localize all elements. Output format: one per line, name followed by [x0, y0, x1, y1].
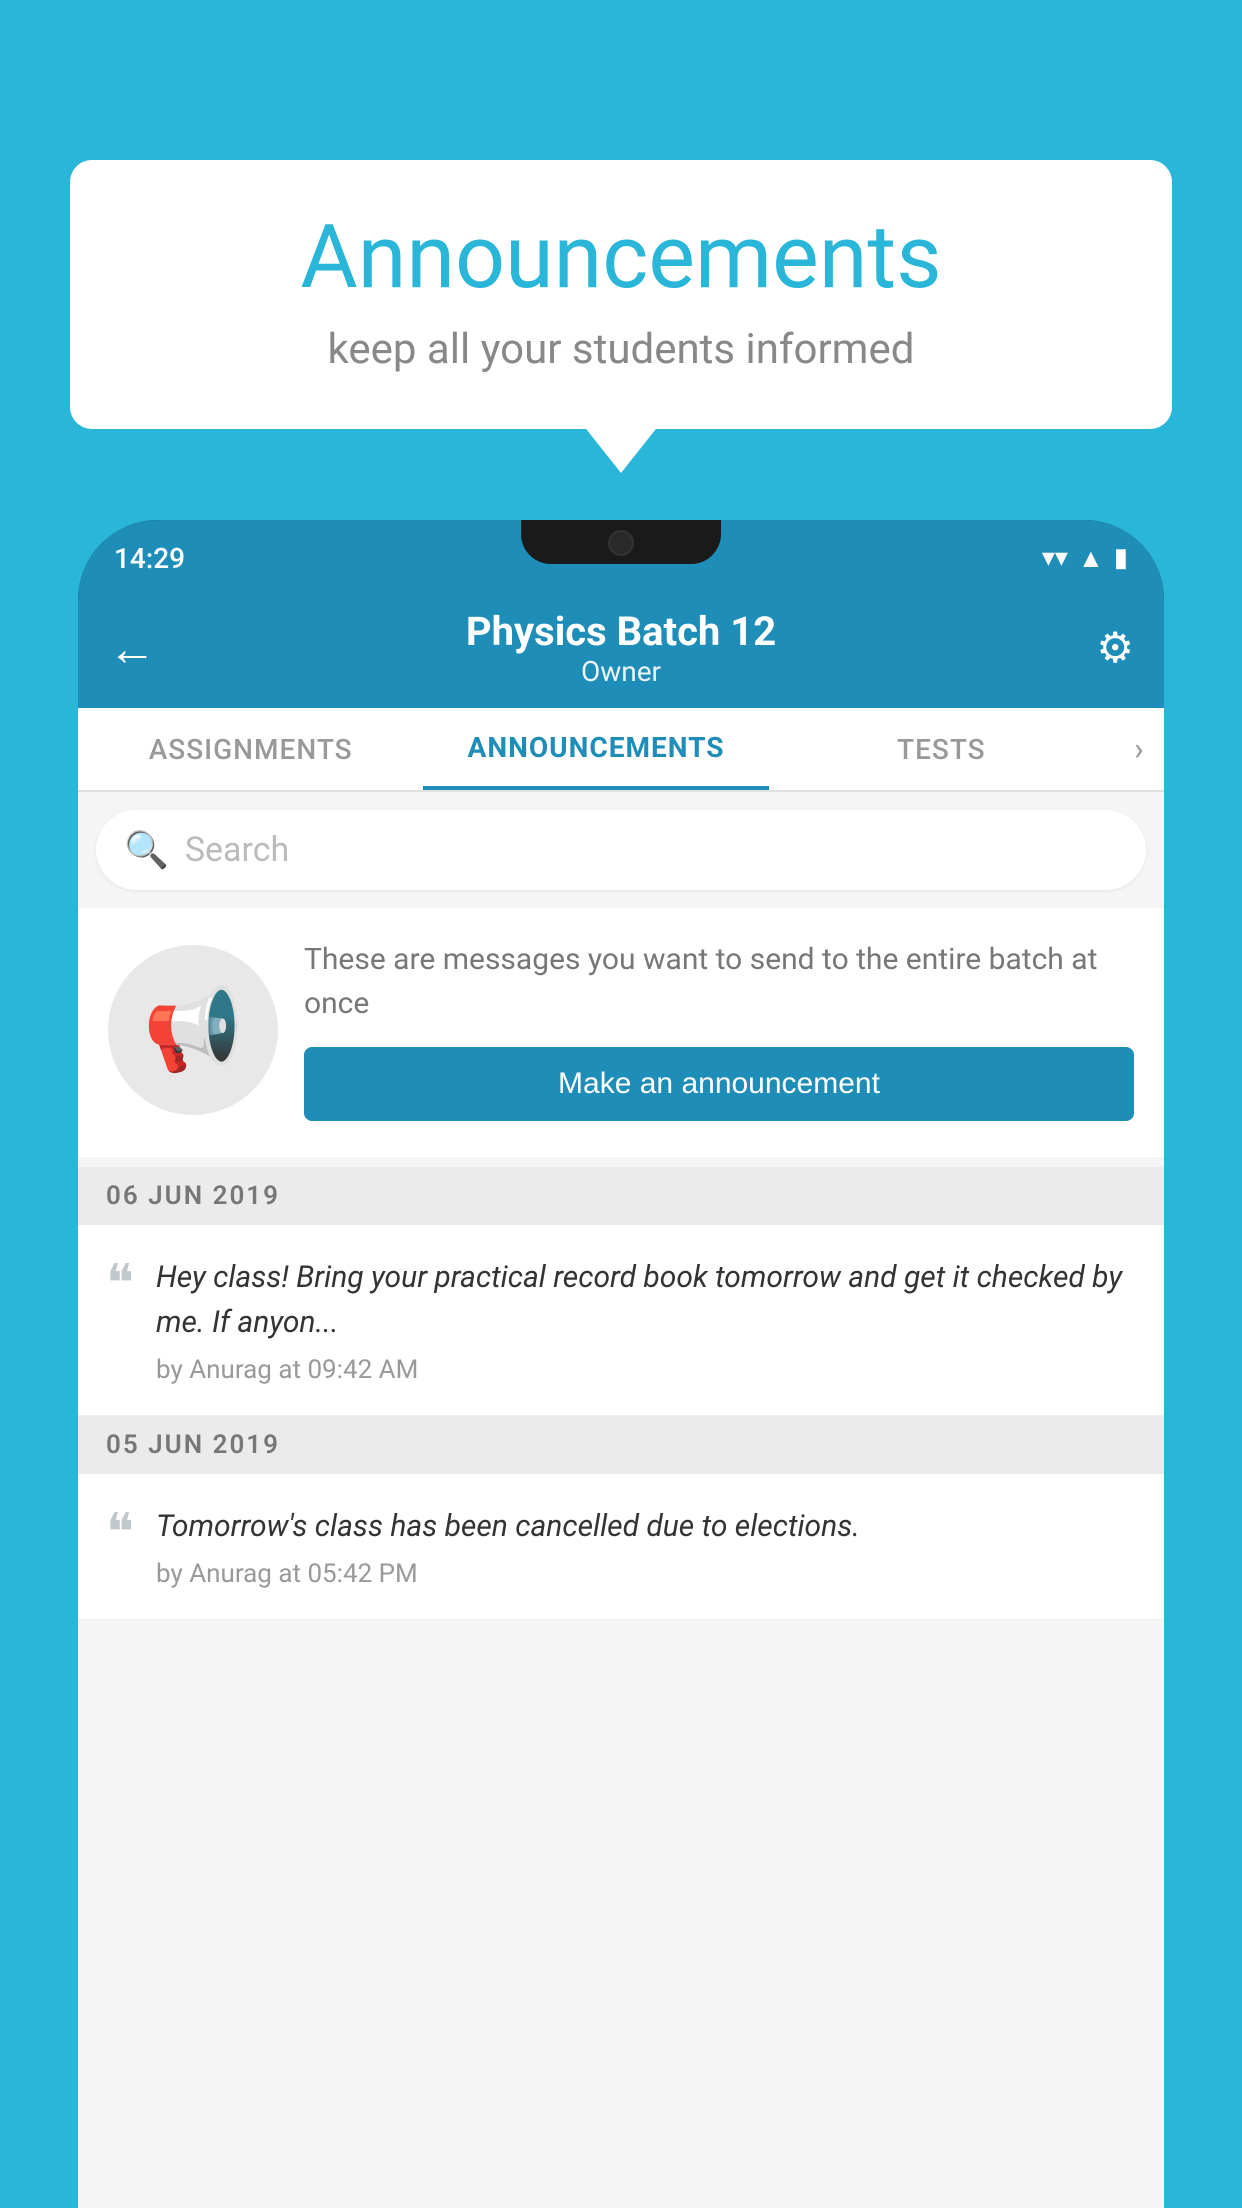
app-bar-subtitle: Owner [168, 655, 1074, 688]
tab-assignments[interactable]: ASSIGNMENTS [78, 708, 423, 790]
phone-content: 🔍 Search 📢 These are messages you want t… [78, 792, 1164, 2208]
phone-notch [521, 520, 721, 564]
app-bar-title-group: Physics Batch 12 Owner [168, 608, 1074, 688]
announcement-meta-2: by Anurag at 05:42 PM [156, 1559, 860, 1589]
back-button[interactable]: ← [108, 620, 168, 677]
app-bar: ← Physics Batch 12 Owner ⚙ [78, 588, 1164, 708]
announcement-item-content-1: Hey class! Bring your practical record b… [156, 1255, 1136, 1385]
speech-bubble-container: Announcements keep all your students inf… [70, 160, 1172, 429]
make-announcement-button[interactable]: Make an announcement [304, 1047, 1134, 1121]
announcement-item-2[interactable]: ❝ Tomorrow's class has been cancelled du… [78, 1474, 1164, 1620]
announcement-icon-circle: 📢 [108, 945, 278, 1115]
tab-more[interactable]: › [1114, 730, 1164, 768]
wifi-icon: ▾▾ [1042, 543, 1068, 573]
announcement-item-1[interactable]: ❝ Hey class! Bring your practical record… [78, 1225, 1164, 1416]
status-time: 14:29 [114, 542, 185, 575]
date-divider-2: 05 JUN 2019 [78, 1416, 1164, 1474]
quote-icon-1: ❝ [106, 1259, 134, 1311]
app-bar-title: Physics Batch 12 [168, 608, 1074, 655]
announcement-description: These are messages you want to send to t… [304, 938, 1134, 1025]
announcement-text-1: Hey class! Bring your practical record b… [156, 1255, 1136, 1345]
phone-frame: 14:29 ▾▾ ▲ ▮ ← Physics Batch 12 Owner ⚙ … [78, 520, 1164, 2208]
megaphone-icon: 📢 [143, 983, 243, 1077]
status-icons: ▾▾ ▲ ▮ [1042, 543, 1128, 574]
search-placeholder: Search [185, 830, 289, 870]
tab-tests[interactable]: TESTS [769, 708, 1114, 790]
battery-icon: ▮ [1114, 543, 1128, 573]
tab-announcements[interactable]: ANNOUNCEMENTS [423, 708, 768, 790]
search-bar[interactable]: 🔍 Search [96, 810, 1146, 890]
announcement-item-content-2: Tomorrow's class has been cancelled due … [156, 1504, 860, 1589]
tabs: ASSIGNMENTS ANNOUNCEMENTS TESTS › [78, 708, 1164, 792]
bubble-title: Announcements [130, 210, 1112, 307]
speech-bubble: Announcements keep all your students inf… [70, 160, 1172, 429]
phone-camera [608, 530, 634, 556]
quote-icon-2: ❝ [106, 1508, 134, 1560]
signal-icon: ▲ [1078, 543, 1104, 574]
announcement-prompt: 📢 These are messages you want to send to… [78, 908, 1164, 1157]
date-divider-1: 06 JUN 2019 [78, 1167, 1164, 1225]
announcement-meta-1: by Anurag at 09:42 AM [156, 1355, 1136, 1385]
bubble-subtitle: keep all your students informed [130, 325, 1112, 374]
settings-button[interactable]: ⚙ [1074, 623, 1134, 673]
search-icon: 🔍 [124, 829, 169, 871]
announcement-right: These are messages you want to send to t… [304, 938, 1134, 1121]
announcement-text-2: Tomorrow's class has been cancelled due … [156, 1504, 860, 1549]
